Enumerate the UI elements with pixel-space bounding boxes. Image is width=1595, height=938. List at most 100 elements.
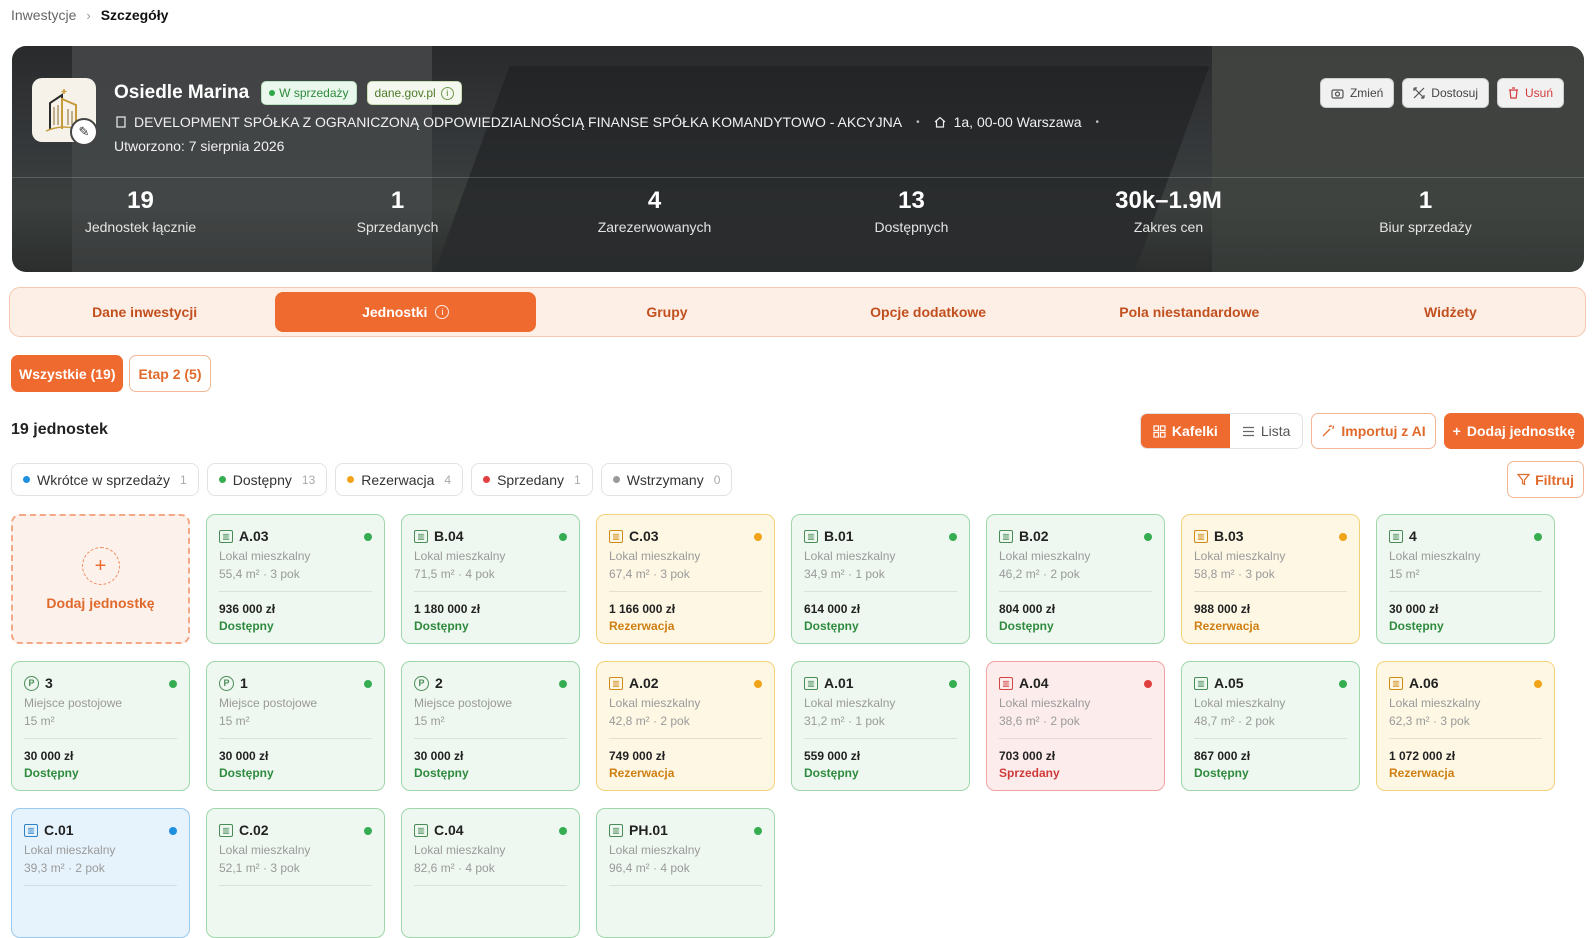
phase-all-button[interactable]: Wszystkie (19) (11, 355, 124, 392)
unit-type: Lokal mieszkalny (999, 696, 1091, 710)
unit-name: C.04 (434, 822, 464, 838)
unit-card[interactable]: ▥ 4 Lokal mieszkalny 15 m² 30 000 zł Dostępny (1376, 514, 1555, 644)
unit-status: Rezerwacja (1194, 619, 1260, 633)
filter-sold[interactable]: Sprzedany 1 (471, 463, 593, 496)
unit-card[interactable]: ▥ B.04 Lokal mieszkalny 71,5 m² · 4 pok 1 18… (401, 514, 580, 644)
unit-type: Lokal mieszkalny (609, 696, 701, 710)
investment-address: 1a, 00-00 Warszawa (953, 114, 1082, 130)
change-image-button[interactable]: Zmień (1319, 78, 1395, 108)
unit-area: 15 m² (414, 714, 445, 728)
unit-card[interactable]: ▥ C.04 Lokal mieszkalny 82,6 m² · 4 pok (401, 808, 580, 938)
add-unit-card[interactable]: + Dodaj jednostkę (11, 514, 190, 644)
divider (999, 591, 1152, 592)
unit-status: Sprzedany (999, 766, 1060, 780)
filter-paused[interactable]: Wstrzymany 0 (600, 463, 733, 496)
tab-widgets[interactable]: Widżety (1320, 292, 1581, 332)
unit-name: 4 (1409, 528, 1417, 544)
unit-card[interactable]: ▥ A.06 Lokal mieszkalny 62,3 m² · 3 pok 1 07… (1376, 661, 1555, 791)
unit-card[interactable]: P 2 Miejsce postojowe 15 m² 30 000 zł Dostępn… (401, 661, 580, 791)
breadcrumb: Inwestycje › Szczegóły (11, 7, 168, 23)
building-icon: ▥ (1389, 676, 1403, 690)
unit-card[interactable]: ▥ A.03 Lokal mieszkalny 55,4 m² · 3 pok 936 … (206, 514, 385, 644)
unit-area: 39,3 m² · 2 pok (24, 861, 105, 875)
unit-type: Lokal mieszkalny (609, 843, 701, 857)
breadcrumb-root-link[interactable]: Inwestycje (11, 7, 76, 23)
pencil-icon: ✎ (78, 124, 90, 139)
stat-total-units: 19 Jednostek łącznie (84, 187, 197, 235)
list-view-button[interactable]: Lista (1229, 414, 1303, 448)
unit-price: 30 000 zł (1389, 602, 1439, 616)
unit-name: B.01 (824, 528, 854, 544)
hero-divider (12, 177, 1584, 178)
unit-type: Lokal mieszkalny (1194, 549, 1286, 563)
filter-coming-soon[interactable]: Wkrótce w sprzedaży 1 (11, 463, 199, 496)
building-icon: ▥ (609, 676, 623, 690)
magic-wand-icon (1322, 425, 1335, 437)
tab-additional-options[interactable]: Opcje dodatkowe (798, 292, 1059, 332)
unit-card[interactable]: ▥ A.05 Lokal mieszkalny 48,7 m² · 2 pok 867 … (1181, 661, 1360, 791)
divider (1389, 738, 1542, 739)
parking-icon: P (219, 675, 234, 691)
divider (414, 738, 567, 739)
unit-type: Lokal mieszkalny (1389, 549, 1481, 563)
tab-investment-data[interactable]: Dane inwestycji (14, 292, 275, 332)
unit-card[interactable]: P 1 Miejsce postojowe 15 m² 30 000 zł Dostępn… (206, 661, 385, 791)
unit-price: 749 000 zł (609, 749, 666, 763)
divider (609, 591, 762, 592)
status-dot-icon (949, 680, 957, 688)
status-dot-icon (347, 476, 355, 483)
unit-name: 2 (435, 675, 443, 691)
unit-area: 34,9 m² · 1 pok (804, 567, 885, 581)
unit-area: 58,8 m² · 3 pok (1194, 567, 1275, 581)
unit-name: 1 (240, 675, 248, 691)
filter-reserved[interactable]: Rezerwacja 4 (335, 463, 464, 496)
unit-name: C.01 (44, 822, 74, 838)
unit-card[interactable]: P 3 Miejsce postojowe 15 m² 30 000 zł Dostępn… (11, 661, 190, 791)
status-dot-icon (1339, 680, 1347, 688)
status-dot-icon (559, 827, 567, 835)
divider (999, 738, 1152, 739)
status-dot-icon (1144, 680, 1152, 688)
unit-type: Lokal mieszkalny (414, 843, 506, 857)
building-icon: ▥ (609, 529, 623, 543)
unit-card[interactable]: ▥ PH.01 Lokal mieszkalny 96,4 m² · 4 pok (596, 808, 775, 938)
investment-name: Osiedle Marina (114, 82, 250, 103)
unit-card[interactable]: ▥ A.01 Lokal mieszkalny 31,2 m² · 1 pok 559 … (791, 661, 970, 791)
unit-status: Dostępny (999, 619, 1054, 633)
tab-custom-fields[interactable]: Pola niestandardowe (1059, 292, 1320, 332)
unit-area: 67,4 m² · 3 pok (609, 567, 690, 581)
stat-price-range: 30k–1.9M Zakres cen (1115, 187, 1222, 235)
tab-groups[interactable]: Grupy (536, 292, 797, 332)
unit-price: 30 000 zł (414, 749, 464, 763)
phase-stage2-button[interactable]: Etap 2 (5) (129, 355, 211, 392)
unit-type: Lokal mieszkalny (804, 549, 896, 563)
add-unit-button[interactable]: + Dodaj jednostkę (1443, 413, 1584, 449)
filter-button[interactable]: Filtruj (1507, 461, 1584, 498)
tab-units[interactable]: Jednostki i (275, 292, 537, 332)
hero-details: DEVELOPMENT SPÓŁKA Z OGRANICZONĄ ODPOWIE… (116, 114, 1105, 130)
unit-status: Dostępny (1389, 619, 1444, 633)
unit-card[interactable]: ▥ C.03 Lokal mieszkalny 67,4 m² · 3 pok 1 16… (596, 514, 775, 644)
source-badge[interactable]: dane.gov.pl i (366, 81, 462, 105)
breadcrumb-separator: › (86, 7, 91, 23)
unit-area: 15 m² (1389, 567, 1420, 581)
filter-available[interactable]: Dostępny 13 (206, 463, 328, 496)
edit-logo-button[interactable]: ✎ (70, 118, 98, 146)
unit-card[interactable]: ▥ A.02 Lokal mieszkalny 42,8 m² · 2 pok 749 … (596, 661, 775, 791)
unit-card[interactable]: ▥ B.03 Lokal mieszkalny 58,8 m² · 3 pok 988 … (1181, 514, 1360, 644)
investment-hero: ✎ Osiedle Marina W sprzedaży dane.gov.pl… (12, 46, 1584, 272)
divider (1194, 591, 1347, 592)
unit-card[interactable]: ▥ B.02 Lokal mieszkalny 46,2 m² · 2 pok 804 … (986, 514, 1165, 644)
customize-button[interactable]: Dostosuj (1402, 78, 1489, 108)
delete-button[interactable]: Usuń (1496, 78, 1564, 108)
unit-name: A.04 (1019, 675, 1049, 691)
unit-card[interactable]: ▥ A.04 Lokal mieszkalny 38,6 m² · 2 pok 703 … (986, 661, 1165, 791)
tiles-view-button[interactable]: Kafelki (1140, 414, 1230, 448)
import-ai-button[interactable]: Importuj z AI (1311, 413, 1436, 449)
unit-card[interactable]: ▥ C.01 Lokal mieszkalny 39,3 m² · 2 pok (11, 808, 190, 938)
unit-card[interactable]: ▥ C.02 Lokal mieszkalny 52,1 m² · 3 pok (206, 808, 385, 938)
unit-status: Dostępny (414, 619, 469, 633)
unit-card[interactable]: ▥ B.01 Lokal mieszkalny 34,9 m² · 1 pok 614 … (791, 514, 970, 644)
unit-area: 52,1 m² · 3 pok (219, 861, 300, 875)
plus-icon: + (81, 547, 120, 585)
